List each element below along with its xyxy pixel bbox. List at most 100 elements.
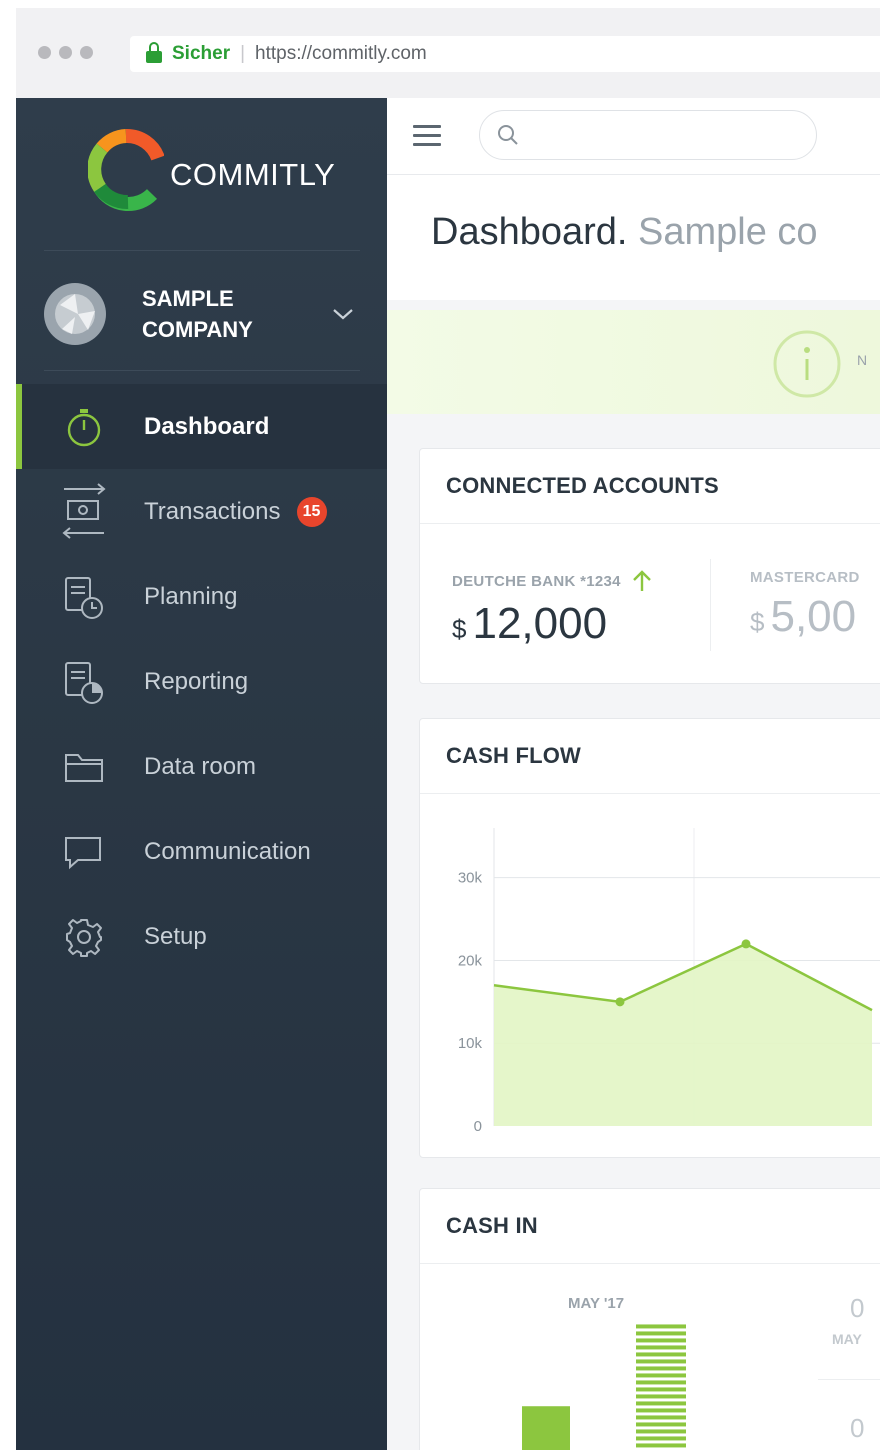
chat-icon <box>54 827 114 877</box>
account-amount: 5,00 <box>770 592 857 641</box>
y-tick-label: 20k <box>458 952 483 969</box>
menu-icon[interactable] <box>413 125 441 152</box>
y-tick-label: 30k <box>458 870 483 887</box>
bar-stripe <box>636 1422 686 1427</box>
bar-stripe <box>636 1436 686 1441</box>
sidebar-item-label: Reporting <box>144 667 249 695</box>
sidebar-item-label: Dashboard <box>144 412 270 440</box>
account-item[interactable]: MASTERCARD $ 5,00 <box>750 569 860 642</box>
brand-name: COMMITLY <box>170 157 336 192</box>
browser-address-bar: Sicher | https://commitly.com <box>16 8 880 99</box>
account-label: DEUTCHE BANK *1234 <box>452 572 621 590</box>
info-notice: N <box>387 310 880 414</box>
cash-in-chart <box>522 1324 686 1450</box>
data-point <box>615 997 625 1007</box>
account-currency: $ <box>750 607 765 637</box>
bar-stripe <box>636 1352 686 1357</box>
planning-icon <box>54 572 114 622</box>
bar-stripe <box>636 1401 686 1406</box>
sidebar-item-setup[interactable]: Setup <box>16 894 387 979</box>
gear-icon <box>54 912 114 962</box>
cash-flow-card: CASH FLOW 0 10k 20k 30k <box>419 718 880 1158</box>
bar-series-2 <box>636 1324 686 1448</box>
page-title-company: Sample co <box>638 211 818 253</box>
company-name: SAMPLE COMPANY <box>142 286 253 342</box>
data-point <box>741 939 751 949</box>
search-input[interactable] <box>479 110 817 160</box>
sidebar-item-planning[interactable]: Planning <box>16 554 387 639</box>
stopwatch-icon <box>54 402 114 452</box>
window-close-dot[interactable] <box>38 46 51 59</box>
bar-stripe <box>636 1345 686 1350</box>
secure-label: Sicher <box>172 43 231 64</box>
company-switcher[interactable]: SAMPLE COMPANY <box>44 264 360 364</box>
account-label: MASTERCARD <box>750 569 860 586</box>
top-bar <box>387 98 880 175</box>
notification-badge: 15 <box>296 496 327 527</box>
sidebar-item-transactions[interactable]: Transactions 15 <box>16 469 387 554</box>
transactions-icon <box>54 482 114 539</box>
search-icon <box>498 125 518 145</box>
bar-stripe <box>636 1415 686 1420</box>
bar-stripe <box>636 1429 686 1434</box>
folder-icon <box>54 742 114 792</box>
sidebar-divider <box>44 370 360 371</box>
lock-icon <box>146 42 162 63</box>
page-title-main: Dashboard. <box>431 211 628 253</box>
reporting-icon <box>54 657 114 707</box>
account-item[interactable]: DEUTCHE BANK *1234 $ 12,000 <box>452 569 653 649</box>
page-header: Dashboard. Sample co <box>387 175 880 300</box>
bar-stripe <box>636 1387 686 1392</box>
card-title: CONNECTED ACCOUNTS <box>420 449 880 524</box>
sidebar: COMMITLY SAMPLE COMPANY Dashboard Transa… <box>16 98 387 1450</box>
account-amount: 12,000 <box>472 599 608 648</box>
sidebar-item-label: Communication <box>144 837 311 865</box>
arrow-up-icon <box>632 570 651 591</box>
notice-text: N <box>857 352 868 368</box>
sidebar-item-label: Data room <box>144 752 257 780</box>
bar-stripe <box>636 1394 686 1399</box>
brand-logo[interactable]: COMMITLY <box>88 126 335 212</box>
bar-series-1 <box>522 1406 570 1450</box>
window-maximize-dot[interactable] <box>80 46 93 59</box>
info-icon <box>773 330 841 398</box>
connected-accounts-card: CONNECTED ACCOUNTS DEUTCHE BANK *1234 $ … <box>419 448 880 684</box>
bar-stripe <box>636 1366 686 1371</box>
bar-stripe <box>636 1338 686 1343</box>
sidebar-item-data-room[interactable]: Data room <box>16 724 387 809</box>
account-separator <box>710 559 711 651</box>
bar-stripe <box>636 1408 686 1413</box>
account-currency: $ <box>452 614 467 644</box>
page-title: Dashboard. Sample co <box>431 211 818 254</box>
card-title: CASH FLOW <box>420 719 880 794</box>
sidebar-item-reporting[interactable]: Reporting <box>16 639 387 724</box>
url-text: https://commitly.com <box>255 43 427 64</box>
chevron-down-icon[interactable] <box>332 307 354 321</box>
bar-stripe <box>636 1443 686 1448</box>
sidebar-item-dashboard[interactable]: Dashboard <box>16 384 387 469</box>
bar-stripe <box>636 1359 686 1364</box>
sidebar-nav: Dashboard Transactions 15 Planning Repor… <box>16 384 387 979</box>
bar-stripe <box>636 1331 686 1336</box>
window-controls <box>38 46 93 59</box>
card-title: CASH IN <box>420 1189 880 1264</box>
sidebar-item-label: Setup <box>144 922 207 950</box>
browser-window: Sicher | https://commitly.com COMMITLY S… <box>16 8 880 1450</box>
sidebar-divider <box>44 250 360 251</box>
bar-stripe <box>636 1380 686 1385</box>
y-tick-label: 0 <box>474 1118 482 1135</box>
main-content: Dashboard. Sample co N CONNECTED ACCOUNT… <box>387 98 880 1450</box>
cash-in-card: CASH IN MAY '17 0 MAY 0 <box>419 1188 880 1450</box>
bar-stripe <box>636 1373 686 1378</box>
url-field[interactable]: Sicher | https://commitly.com <box>130 36 880 72</box>
url-separator: | <box>240 43 246 64</box>
window-minimize-dot[interactable] <box>59 46 72 59</box>
company-logo-icon <box>55 294 95 334</box>
sidebar-item-communication[interactable]: Communication <box>16 809 387 894</box>
sidebar-item-label: Transactions <box>144 497 281 525</box>
commitly-logo-icon <box>88 129 164 211</box>
company-avatar <box>44 283 106 345</box>
cash-flow-chart: 0 10k 20k 30k <box>458 828 880 1135</box>
series-area <box>494 943 872 1126</box>
sidebar-item-label: Planning <box>144 582 238 610</box>
